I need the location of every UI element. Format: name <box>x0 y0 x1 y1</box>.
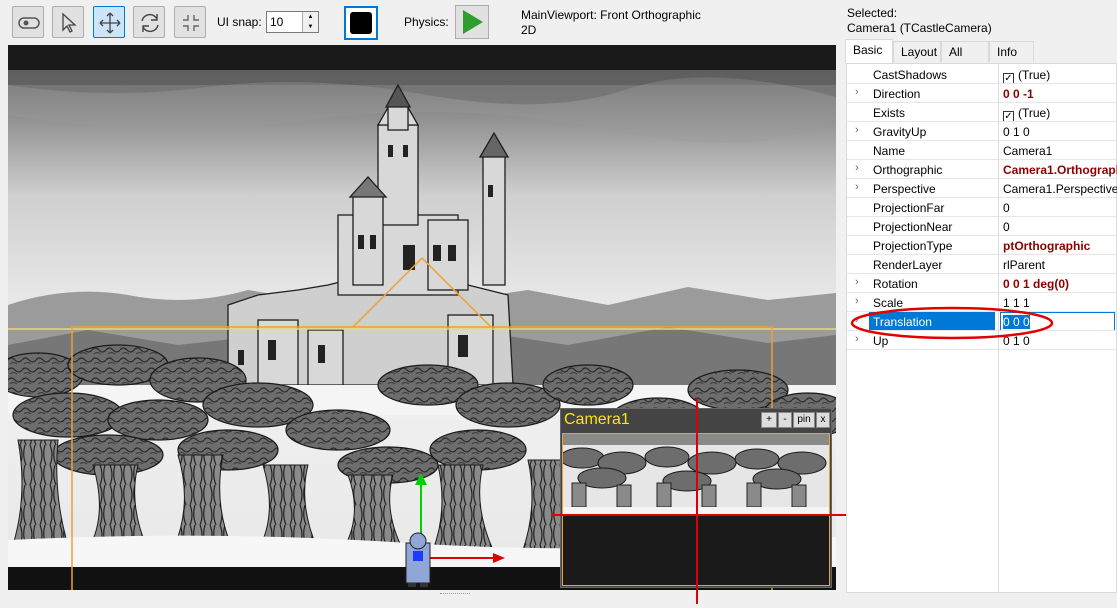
property-name: ProjectionFar <box>873 201 945 215</box>
property-name: RenderLayer <box>873 258 943 272</box>
property-value-text: Camera1.Perspective <box>1003 182 1117 196</box>
play-icon <box>463 10 483 34</box>
property-value-text: 0 0 1 deg(0) <box>1003 277 1070 291</box>
ui-snap-stepper[interactable]: 10 ▲ ▼ <box>266 11 319 33</box>
color-swatch <box>350 12 372 34</box>
property-value-text: 0 <box>1003 201 1010 215</box>
expand-chevron-icon[interactable]: › <box>855 181 859 193</box>
property-name: ProjectionNear <box>873 220 953 234</box>
property-value-text: ptOrthographic <box>1003 239 1091 253</box>
property-name: ProjectionType <box>873 239 953 253</box>
property-value[interactable]: 0 <box>1003 220 1117 234</box>
property-value[interactable]: ✓ (True) <box>1003 68 1117 84</box>
rotate-tool-button[interactable] <box>133 6 165 38</box>
tab-all[interactable]: All <box>941 41 989 62</box>
property-value-text: 0 <box>1003 220 1010 234</box>
move-arrows-icon <box>99 12 121 34</box>
property-value-text: 0 0 -1 <box>1003 87 1034 101</box>
viewport-title: MainViewport: Front Orthographic <box>521 8 701 22</box>
property-row-castshadows[interactable]: CastShadows ✓ (True) <box>847 65 1117 84</box>
expand-chevron-icon[interactable]: › <box>855 276 859 288</box>
expand-chevron-icon[interactable]: › <box>855 86 859 98</box>
property-value[interactable]: Camera1 <box>1003 144 1117 158</box>
rotate-icon <box>141 13 159 33</box>
select-tool-button[interactable] <box>52 6 84 38</box>
camera-preview-title: Camera1 <box>564 411 630 428</box>
property-row-rotation[interactable]: › Rotation 0 0 1 deg(0) <box>847 274 1117 293</box>
expand-chevron-icon[interactable]: › <box>855 124 859 136</box>
property-row-gravityup[interactable]: › GravityUp 0 1 0 <box>847 122 1117 141</box>
property-value[interactable]: ptOrthographic <box>1003 239 1117 253</box>
property-name: Direction <box>873 87 921 101</box>
property-value[interactable]: rlParent <box>1003 258 1117 272</box>
splitter-grip[interactable] <box>440 593 470 597</box>
translate-tool-button[interactable] <box>93 6 125 38</box>
preview-zoom-out-button[interactable]: - <box>778 412 792 428</box>
property-name: GravityUp <box>873 125 927 139</box>
property-name: Perspective <box>873 182 936 196</box>
viewport-mode: 2D <box>521 23 537 37</box>
preview-close-button[interactable]: x <box>816 412 830 428</box>
ui-snap-label: UI snap: <box>217 15 262 29</box>
tab-layout[interactable]: Layout <box>893 41 941 62</box>
property-value[interactable]: Camera1.Orthographic <box>1003 163 1117 177</box>
property-value-text: (True) <box>1018 68 1051 82</box>
selected-component: Camera1 (TCastleCamera) <box>847 21 992 35</box>
knight-sprite <box>405 532 431 587</box>
highlight-ellipse <box>850 306 1054 340</box>
crosshair-horizontal <box>552 514 847 516</box>
property-row-name[interactable]: Name Camera1 <box>847 141 1117 160</box>
expand-chevron-icon[interactable]: › <box>855 162 859 174</box>
property-value[interactable]: 0 0 -1 <box>1003 87 1117 101</box>
property-value-text: rlParent <box>1003 258 1046 272</box>
physics-play-button[interactable] <box>455 5 489 39</box>
property-row-projectionfar[interactable]: ProjectionFar 0 <box>847 198 1117 217</box>
property-value-text: 0 1 0 <box>1003 125 1030 139</box>
property-row-exists[interactable]: Exists ✓ (True) <box>847 103 1117 122</box>
property-name: Exists <box>873 106 906 120</box>
property-value-text: (True) <box>1018 106 1051 120</box>
property-row-renderlayer[interactable]: RenderLayer rlParent <box>847 255 1117 274</box>
row-divider <box>847 349 1117 350</box>
property-row-projectionnear[interactable]: ProjectionNear 0 <box>847 217 1117 236</box>
scale-tool-button[interactable] <box>174 6 206 38</box>
property-row-perspective[interactable]: › Perspective Camera1.Perspective <box>847 179 1117 198</box>
property-row-projectiontype[interactable]: ProjectionType ptOrthographic <box>847 236 1117 255</box>
property-name: Rotation <box>873 277 918 291</box>
interact-tool-button[interactable] <box>12 6 44 38</box>
property-row-orthographic[interactable]: › Orthographic Camera1.Orthographic <box>847 160 1117 179</box>
ui-snap-value[interactable]: 10 <box>270 15 283 29</box>
physics-label: Physics: <box>404 15 449 29</box>
property-value[interactable]: 0 0 1 deg(0) <box>1003 277 1117 291</box>
property-value[interactable]: 0 <box>1003 201 1117 215</box>
cursor-arrow-icon <box>62 12 77 33</box>
property-value[interactable]: Camera1.Perspective <box>1003 182 1117 196</box>
preview-zoom-in-button[interactable]: + <box>761 412 777 428</box>
property-value[interactable]: ✓ (True) <box>1003 106 1117 122</box>
scale-arrows-icon <box>183 15 199 31</box>
property-value[interactable]: 0 1 0 <box>1003 125 1117 139</box>
crosshair-vertical <box>696 398 698 604</box>
selected-heading: Selected: <box>847 6 898 20</box>
property-name: Name <box>873 144 906 158</box>
interact-icon <box>18 17 40 29</box>
property-name: Orthographic <box>873 163 943 177</box>
property-value-text: Camera1.Orthographic <box>1003 163 1117 177</box>
property-value-text: Camera1 <box>1003 144 1053 158</box>
property-row-direction[interactable]: › Direction 0 0 -1 <box>847 84 1117 103</box>
preview-pin-button[interactable]: pin <box>793 412 815 428</box>
tab-basic[interactable]: Basic <box>845 39 893 63</box>
tab-info[interactable]: Info <box>989 41 1034 62</box>
property-name: CastShadows <box>873 68 948 82</box>
stepper-down-button[interactable]: ▼ <box>303 22 318 32</box>
background-color-button[interactable] <box>344 6 378 40</box>
